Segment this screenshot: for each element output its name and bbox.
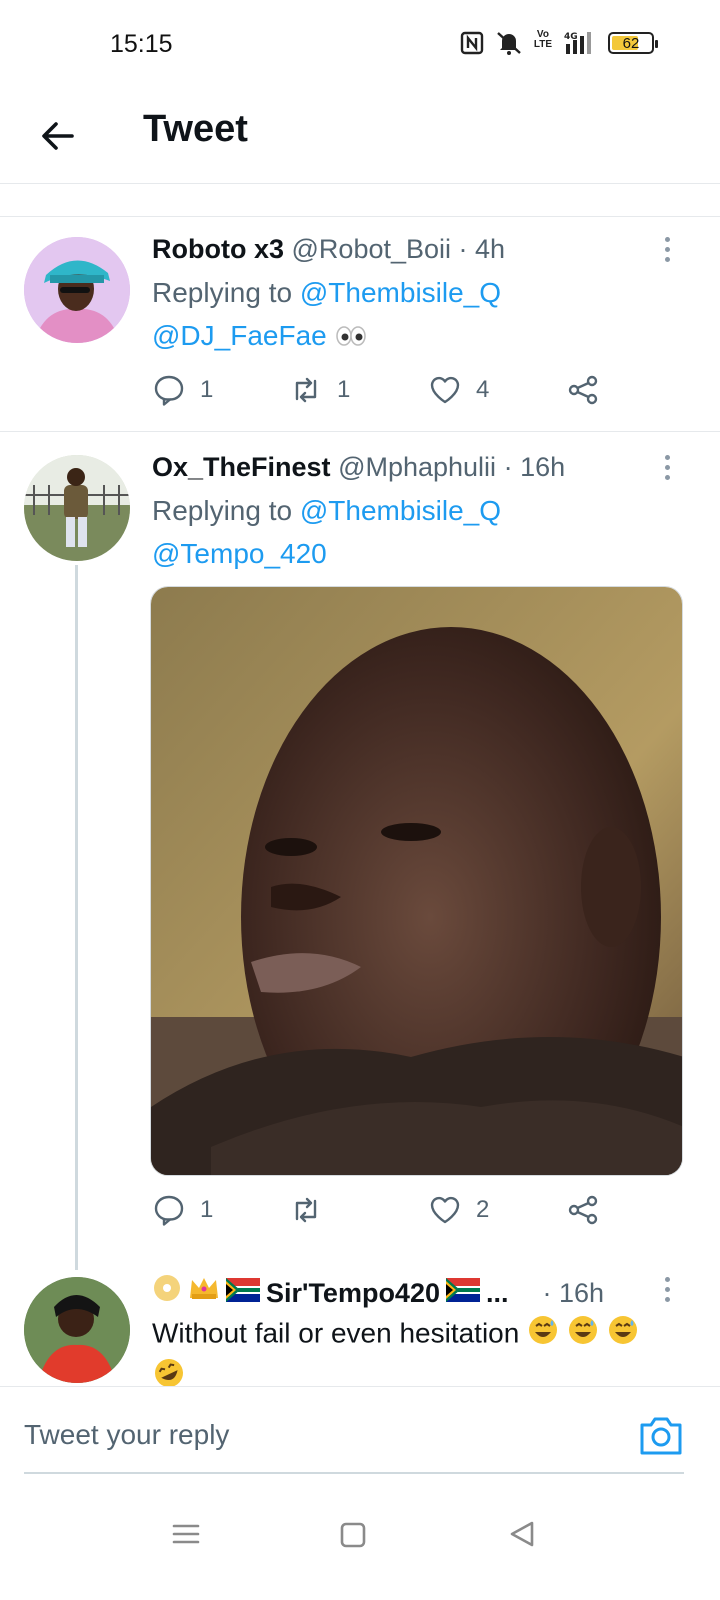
retweet-button[interactable]	[289, 1193, 337, 1227]
user-handle[interactable]: @Robot_Boii	[292, 234, 452, 264]
top-app-bar: Tweet	[0, 92, 720, 184]
signal-icon: 4G	[562, 30, 598, 56]
display-name[interactable]: Roboto x3	[152, 234, 284, 264]
avatar[interactable]	[24, 455, 130, 561]
share-icon	[568, 375, 598, 405]
heart-icon	[430, 376, 460, 404]
display-name[interactable]: Ox_TheFinest	[152, 452, 331, 482]
eyes-emoji	[335, 319, 367, 357]
tweet-meta: Ox_TheFinest @Mphaphulii · 16h	[152, 449, 686, 485]
tweet-content: Roboto x3 @Robot_Boii · 4h Replying to @…	[152, 231, 686, 357]
home-button[interactable]	[332, 1514, 372, 1554]
square-icon	[340, 1522, 366, 1548]
retweet-button[interactable]: 1	[289, 373, 350, 407]
more-options-button[interactable]	[662, 1277, 672, 1307]
more-options-button[interactable]	[662, 237, 672, 267]
tweet-time: · 4h	[458, 234, 506, 264]
tweet-text: @Tempo_420	[152, 535, 686, 573]
more-options-button[interactable]	[662, 455, 672, 485]
page-title: Tweet	[143, 108, 248, 150]
nfc-icon	[460, 30, 484, 56]
grinning-sweat-emoji	[567, 1314, 599, 1356]
retweet-icon	[295, 1197, 317, 1223]
rolling-laughing-emoji	[152, 1356, 186, 1386]
mute-bell-icon	[494, 30, 524, 56]
avatar[interactable]	[24, 237, 130, 343]
avatar[interactable]	[24, 1277, 130, 1383]
battery-indicator: 62	[608, 32, 658, 54]
reply-input[interactable]: Tweet your reply	[24, 1419, 229, 1451]
reply-button[interactable]: 1	[152, 373, 213, 407]
recents-button[interactable]	[166, 1514, 206, 1554]
tweet-item[interactable]: Roboto x3 @Robot_Boii · 4h Replying to @…	[0, 217, 720, 432]
status-icons: Vo LTE 4G 62	[460, 29, 658, 56]
menu-lines-icon	[172, 1524, 200, 1544]
south-africa-flag-emoji	[226, 1275, 260, 1311]
tweet-divider	[0, 431, 720, 432]
back-button[interactable]	[36, 114, 80, 158]
share-button[interactable]	[566, 1193, 600, 1227]
tweet-content: Ox_TheFinest @Mphaphulii · 16h Replying …	[152, 449, 686, 573]
like-button[interactable]: 2	[428, 1193, 489, 1227]
status-bar: 15:15 Vo LTE 4G 62	[0, 0, 720, 92]
replying-to: Replying to @Thembisile_Q	[152, 277, 502, 308]
like-count: 4	[476, 376, 490, 403]
volte-icon: Vo LTE	[533, 29, 552, 50]
thread-connector	[75, 565, 78, 1270]
camera-button[interactable]	[638, 1413, 684, 1457]
tweet-text: Without fail or even hesitation	[152, 1314, 686, 1386]
share-icon	[568, 1195, 598, 1225]
reply-button[interactable]: 1	[152, 1193, 213, 1227]
back-arrow-icon	[42, 122, 74, 150]
mention-link[interactable]: @DJ_FaeFae	[152, 320, 327, 351]
tweet-item[interactable]: Sir'Tempo420 ... · 16h Without fail or e…	[0, 1273, 720, 1386]
reply-icon	[154, 1195, 184, 1226]
name-truncation: ...	[485, 1277, 509, 1308]
reply-icon	[154, 375, 184, 406]
reply-count: 1	[200, 376, 214, 403]
system-nav-bar	[0, 1492, 720, 1600]
tweet-content: Sir'Tempo420 ... · 16h Without fail or e…	[152, 1273, 686, 1386]
tweet-meta: Roboto x3 @Robot_Boii · 4h	[152, 231, 686, 267]
triangle-back-icon	[510, 1521, 534, 1547]
system-back-button[interactable]	[502, 1514, 542, 1554]
reply-composer: Tweet your reply	[0, 1386, 720, 1492]
dvd-emoji	[152, 1273, 182, 1312]
tweet-media-image[interactable]	[150, 586, 683, 1176]
user-handle[interactable]: @Mphaphulii	[338, 452, 496, 482]
tweet-meta: Sir'Tempo420 ... · 16h	[152, 1273, 686, 1312]
grinning-sweat-emoji	[607, 1314, 639, 1356]
share-button[interactable]	[566, 373, 600, 407]
status-time: 15:15	[110, 30, 173, 58]
grinning-sweat-emoji	[527, 1314, 559, 1356]
crown-emoji	[188, 1274, 220, 1311]
camera-icon	[640, 1417, 682, 1455]
reply-count: 1	[200, 1196, 214, 1223]
reply-input-underline	[24, 1472, 684, 1474]
south-africa-flag-emoji	[445, 1275, 480, 1311]
mention-link[interactable]: @Tempo_420	[152, 538, 327, 569]
like-button[interactable]: 4	[428, 373, 489, 407]
like-count: 2	[476, 1196, 490, 1223]
replying-to: Replying to @Thembisile_Q	[152, 495, 502, 526]
retweet-icon	[295, 377, 317, 403]
display-name[interactable]: Sir'Tempo420	[266, 1275, 440, 1311]
tweet-text: @DJ_FaeFae	[152, 317, 686, 357]
tweet-time: · 16h	[503, 452, 566, 482]
retweet-count: 1	[337, 376, 351, 403]
mention-link[interactable]: @Thembisile_Q	[300, 495, 501, 526]
mention-link[interactable]: @Thembisile_Q	[300, 277, 501, 308]
tweet-time: · 16h	[542, 1277, 605, 1308]
heart-icon	[430, 1196, 460, 1224]
